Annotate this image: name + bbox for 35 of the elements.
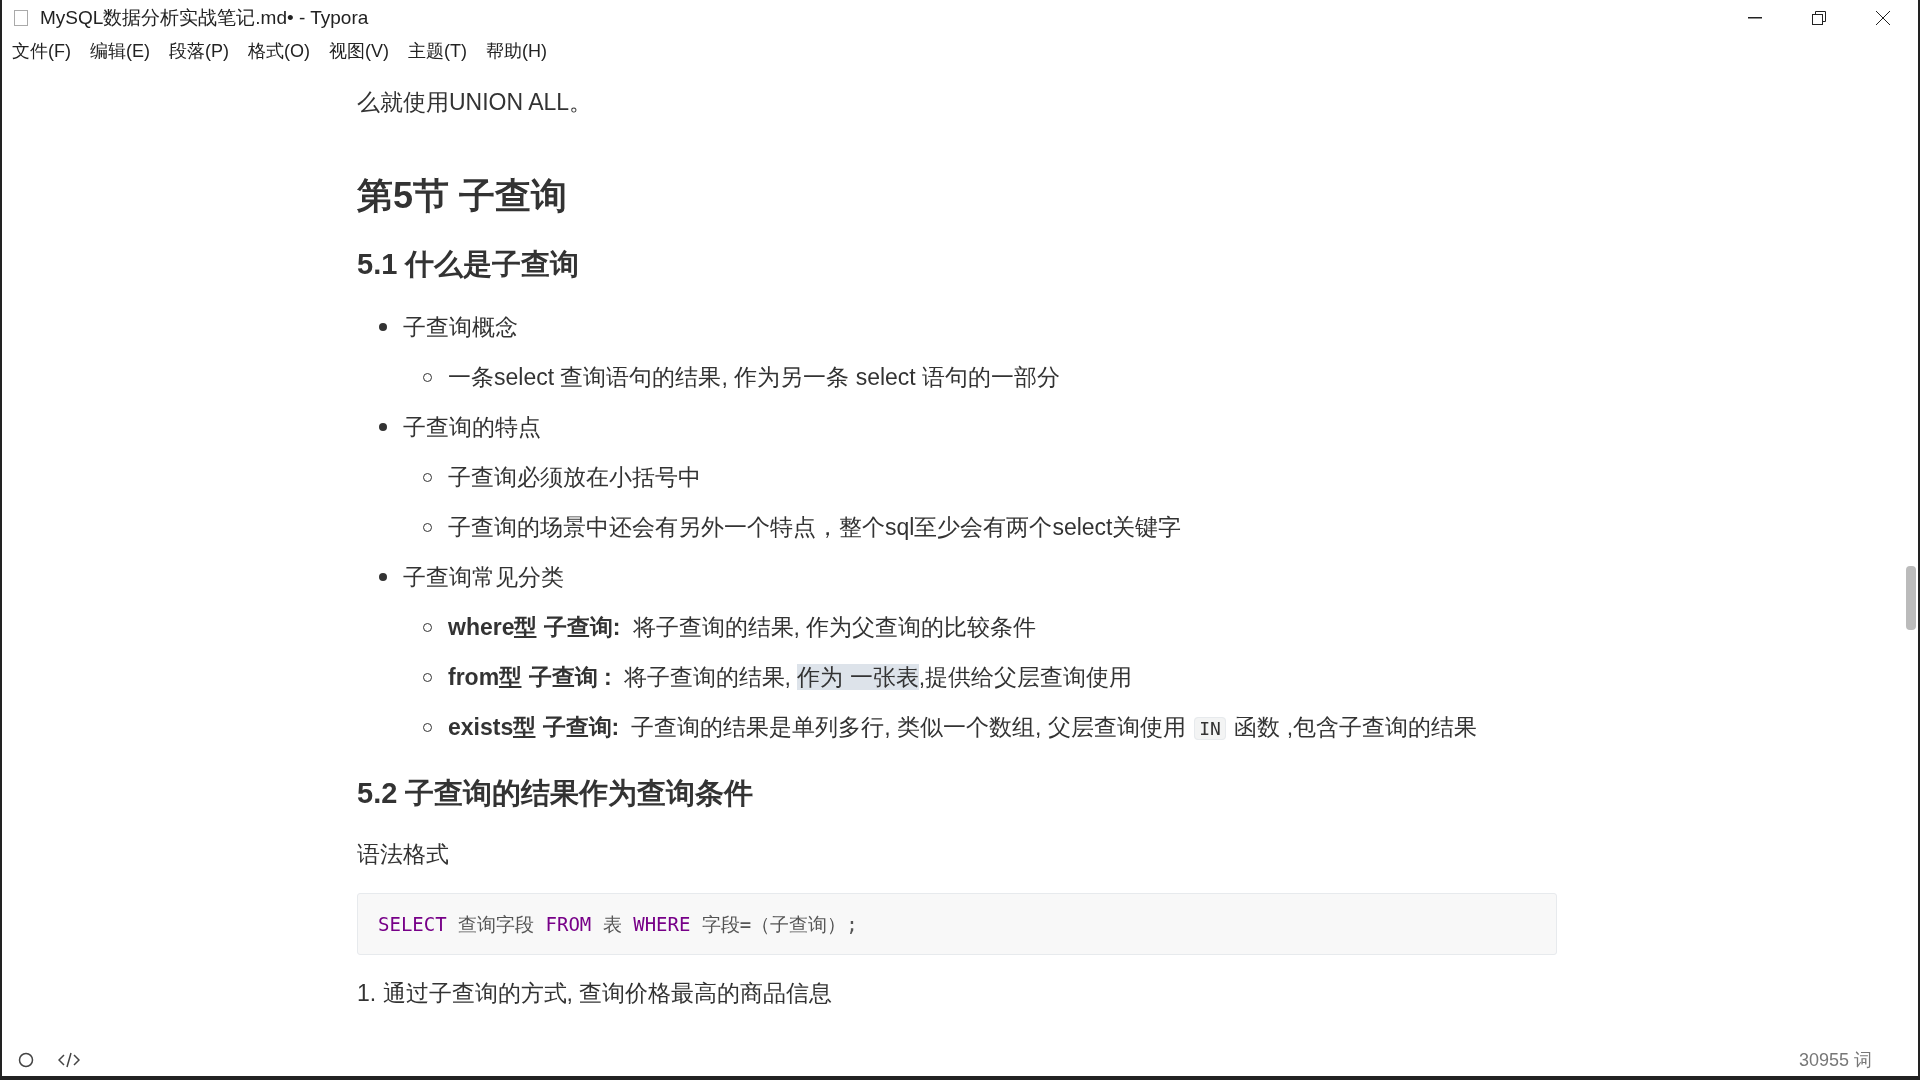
list-item: exists型 子查询: 子查询的结果是单列多行, 类似一个数组, 父层查询使用 IN 函数 ,包含子查询的结果 xyxy=(448,713,1478,743)
list-item: from型 子查询 : 将子查询的结果, 作为 一张表,提供给父层查询使用 xyxy=(448,663,1133,693)
paragraph: 语法格式 xyxy=(357,839,450,869)
code-icon[interactable] xyxy=(58,1052,80,1068)
scrollbar[interactable] xyxy=(1906,566,1916,630)
maximize-icon[interactable] xyxy=(1812,11,1826,25)
menu-item[interactable]: 格式(O) xyxy=(248,37,310,65)
word-count: 30955 词 xyxy=(1798,1048,1872,1072)
subsection-heading: 5.2 子查询的结果作为查询条件 xyxy=(357,776,755,812)
list-item: 子查询常见分类 xyxy=(403,563,564,593)
paragraph: 1. 通过子查询的方式, 查询价格最高的商品信息 xyxy=(357,979,834,1009)
menu-item[interactable]: 视图(V) xyxy=(329,37,389,65)
bullet-icon xyxy=(379,323,387,332)
menu-item[interactable]: 段落(P) xyxy=(169,37,229,65)
window-title: MySQL数据分析实战笔记.md• - Typora xyxy=(40,5,369,30)
minimize-icon[interactable] xyxy=(1748,17,1762,19)
list-item: 子查询的场景中还会有另外一个特点，整个sql至少会有两个select关键字 xyxy=(448,513,1182,543)
bullet-icon xyxy=(379,423,387,432)
list-item: 子查询的特点 xyxy=(403,413,541,443)
list-item: 一条select 查询语句的结果, 作为另一条 select 语句的一部分 xyxy=(448,363,1061,393)
code-block: SELECT 查询字段 FROM 表 WHERE 字段=（子查询）; xyxy=(357,892,1557,956)
menu-item[interactable]: 主题(T) xyxy=(408,37,467,65)
bullet-icon xyxy=(379,573,387,582)
outline-icon[interactable] xyxy=(18,1052,34,1068)
subsection-heading: 5.1 什么是子查询 xyxy=(357,246,581,282)
list-item: 子查询必须放在小括号中 xyxy=(448,463,701,493)
list-item: 子查询概念 xyxy=(403,313,518,343)
menu-item[interactable]: 文件(F) xyxy=(12,37,71,65)
section-heading: 第5节 子查询 xyxy=(357,173,569,218)
menu-item[interactable]: 帮助(H) xyxy=(485,37,547,65)
close-icon[interactable] xyxy=(1876,11,1890,25)
paragraph: 么就使用UNION ALL。 xyxy=(357,88,594,117)
list-item: where型 子查询: 将子查询的结果, 作为父查询的比较条件 xyxy=(448,613,1037,643)
app-icon xyxy=(14,10,28,26)
menu-item[interactable]: 编辑(E) xyxy=(90,37,150,65)
